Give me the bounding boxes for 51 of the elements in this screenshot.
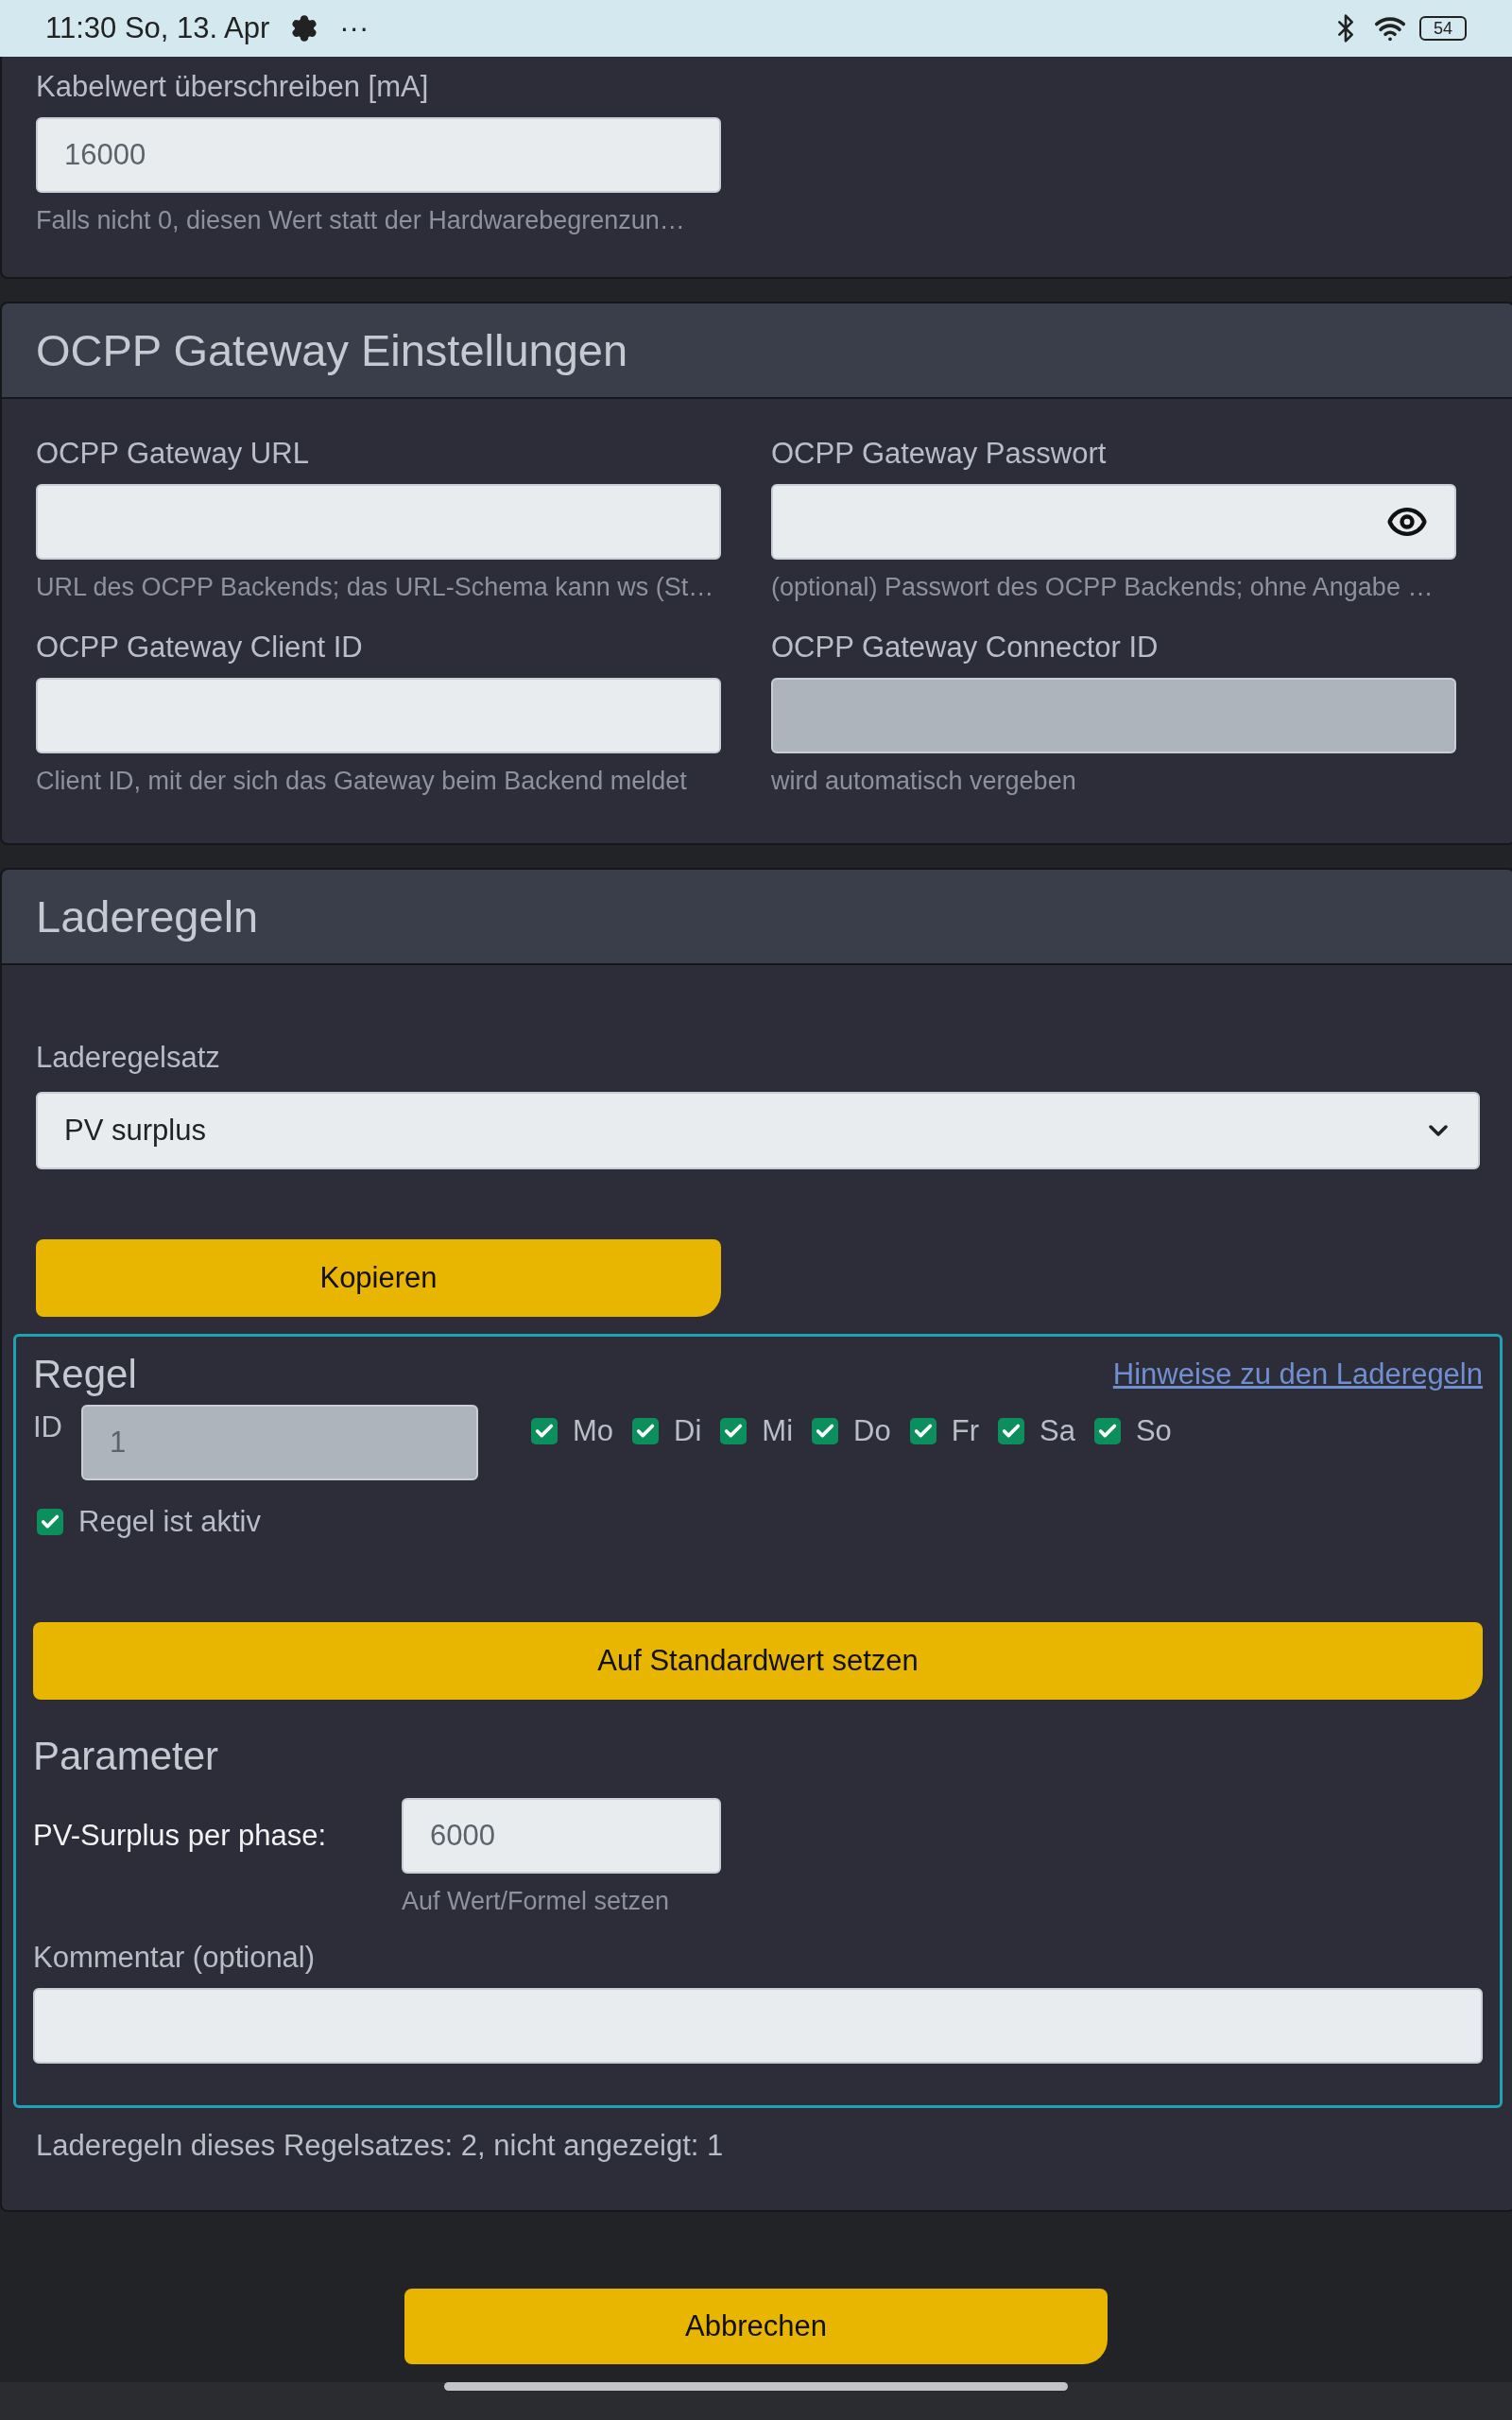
checkbox[interactable]	[720, 1418, 747, 1444]
parameter-title: Parameter	[33, 1734, 220, 1779]
input-field[interactable]: 6000	[402, 1798, 721, 1874]
field-hint: wird automatisch vergeben	[771, 767, 1077, 796]
checkbox-label: Mi	[762, 1414, 794, 1448]
field-label: OCPP Gateway Client ID	[36, 631, 364, 665]
checkbox-label: So	[1135, 1414, 1172, 1448]
reset-button[interactable]: Auf Standardwert setzen	[33, 1622, 1483, 1700]
settings-icon	[290, 14, 319, 43]
field-label: Kabelwert überschreiben [mA]	[36, 70, 430, 104]
field-label: OCPP Gateway Passwort	[771, 437, 1108, 471]
comment-field[interactable]	[33, 1988, 1483, 2064]
more-dots: ···	[339, 11, 369, 45]
checkbox-label: Regel ist aktiv	[78, 1505, 261, 1539]
field-label: Laderegelsatz	[36, 1041, 221, 1075]
field-hint: Falls nicht 0, diesen Wert statt der Hardwarebegrenzun…	[36, 206, 686, 235]
checkbox-label: Di	[674, 1414, 702, 1448]
cancel-button[interactable]: Abbrechen	[404, 2289, 1108, 2364]
input-field[interactable]	[36, 678, 721, 753]
field-hint: Auf Wert/Formel setzen	[402, 1887, 671, 1916]
rule-title: Regel	[33, 1352, 137, 1397]
field-label: OCPP Gateway Connector ID	[771, 631, 1160, 665]
ruleset-select[interactable]: PV surplus	[36, 1092, 1480, 1169]
parameter-label: PV-Surplus per phase:	[33, 1819, 328, 1853]
checkbox-label: Sa	[1040, 1414, 1075, 1448]
field-hint: URL des OCPP Backends; das URL-Schema kann ws (St…	[36, 573, 715, 602]
password-field[interactable]	[771, 484, 1456, 560]
id-label: ID	[33, 1410, 62, 1444]
help-link[interactable]: Hinweise zu den Laderegeln	[1112, 1357, 1483, 1392]
field-label: OCPP Gateway URL	[36, 437, 310, 471]
checkbox[interactable]	[998, 1418, 1024, 1444]
battery-icon: 54	[1419, 16, 1467, 41]
checkbox-label: Do	[853, 1414, 891, 1448]
checkbox[interactable]	[1093, 1418, 1121, 1444]
field-label: Kommentar (optional)	[33, 1941, 317, 1975]
rule-summary: Laderegeln dieses Regelsatzes: 2, nicht angezeigt: 1	[36, 2129, 725, 2163]
checkbox[interactable]	[812, 1418, 839, 1444]
input-field[interactable]: 16000	[36, 117, 721, 193]
input-field[interactable]	[36, 484, 721, 560]
section-title: Laderegeln	[36, 890, 260, 942]
checkbox-label: Mo	[573, 1414, 614, 1448]
checkbox[interactable]	[37, 1509, 63, 1535]
field-hint: (optional) Passwort des OCPP Backends; ohne Angabe …	[771, 573, 1435, 602]
checkbox[interactable]	[909, 1418, 936, 1444]
status-time: 11:30 So, 13. Apr	[45, 11, 270, 45]
checkbox[interactable]	[632, 1418, 660, 1444]
section-title: OCPP Gateway Einstellungen	[36, 324, 629, 376]
copy-button[interactable]: Kopieren	[36, 1239, 721, 1317]
checkbox-label: Fr	[951, 1414, 979, 1448]
field-hint: Client ID, mit der sich das Gateway beim Backend meldet	[36, 767, 688, 796]
checkbox[interactable]	[531, 1418, 558, 1444]
